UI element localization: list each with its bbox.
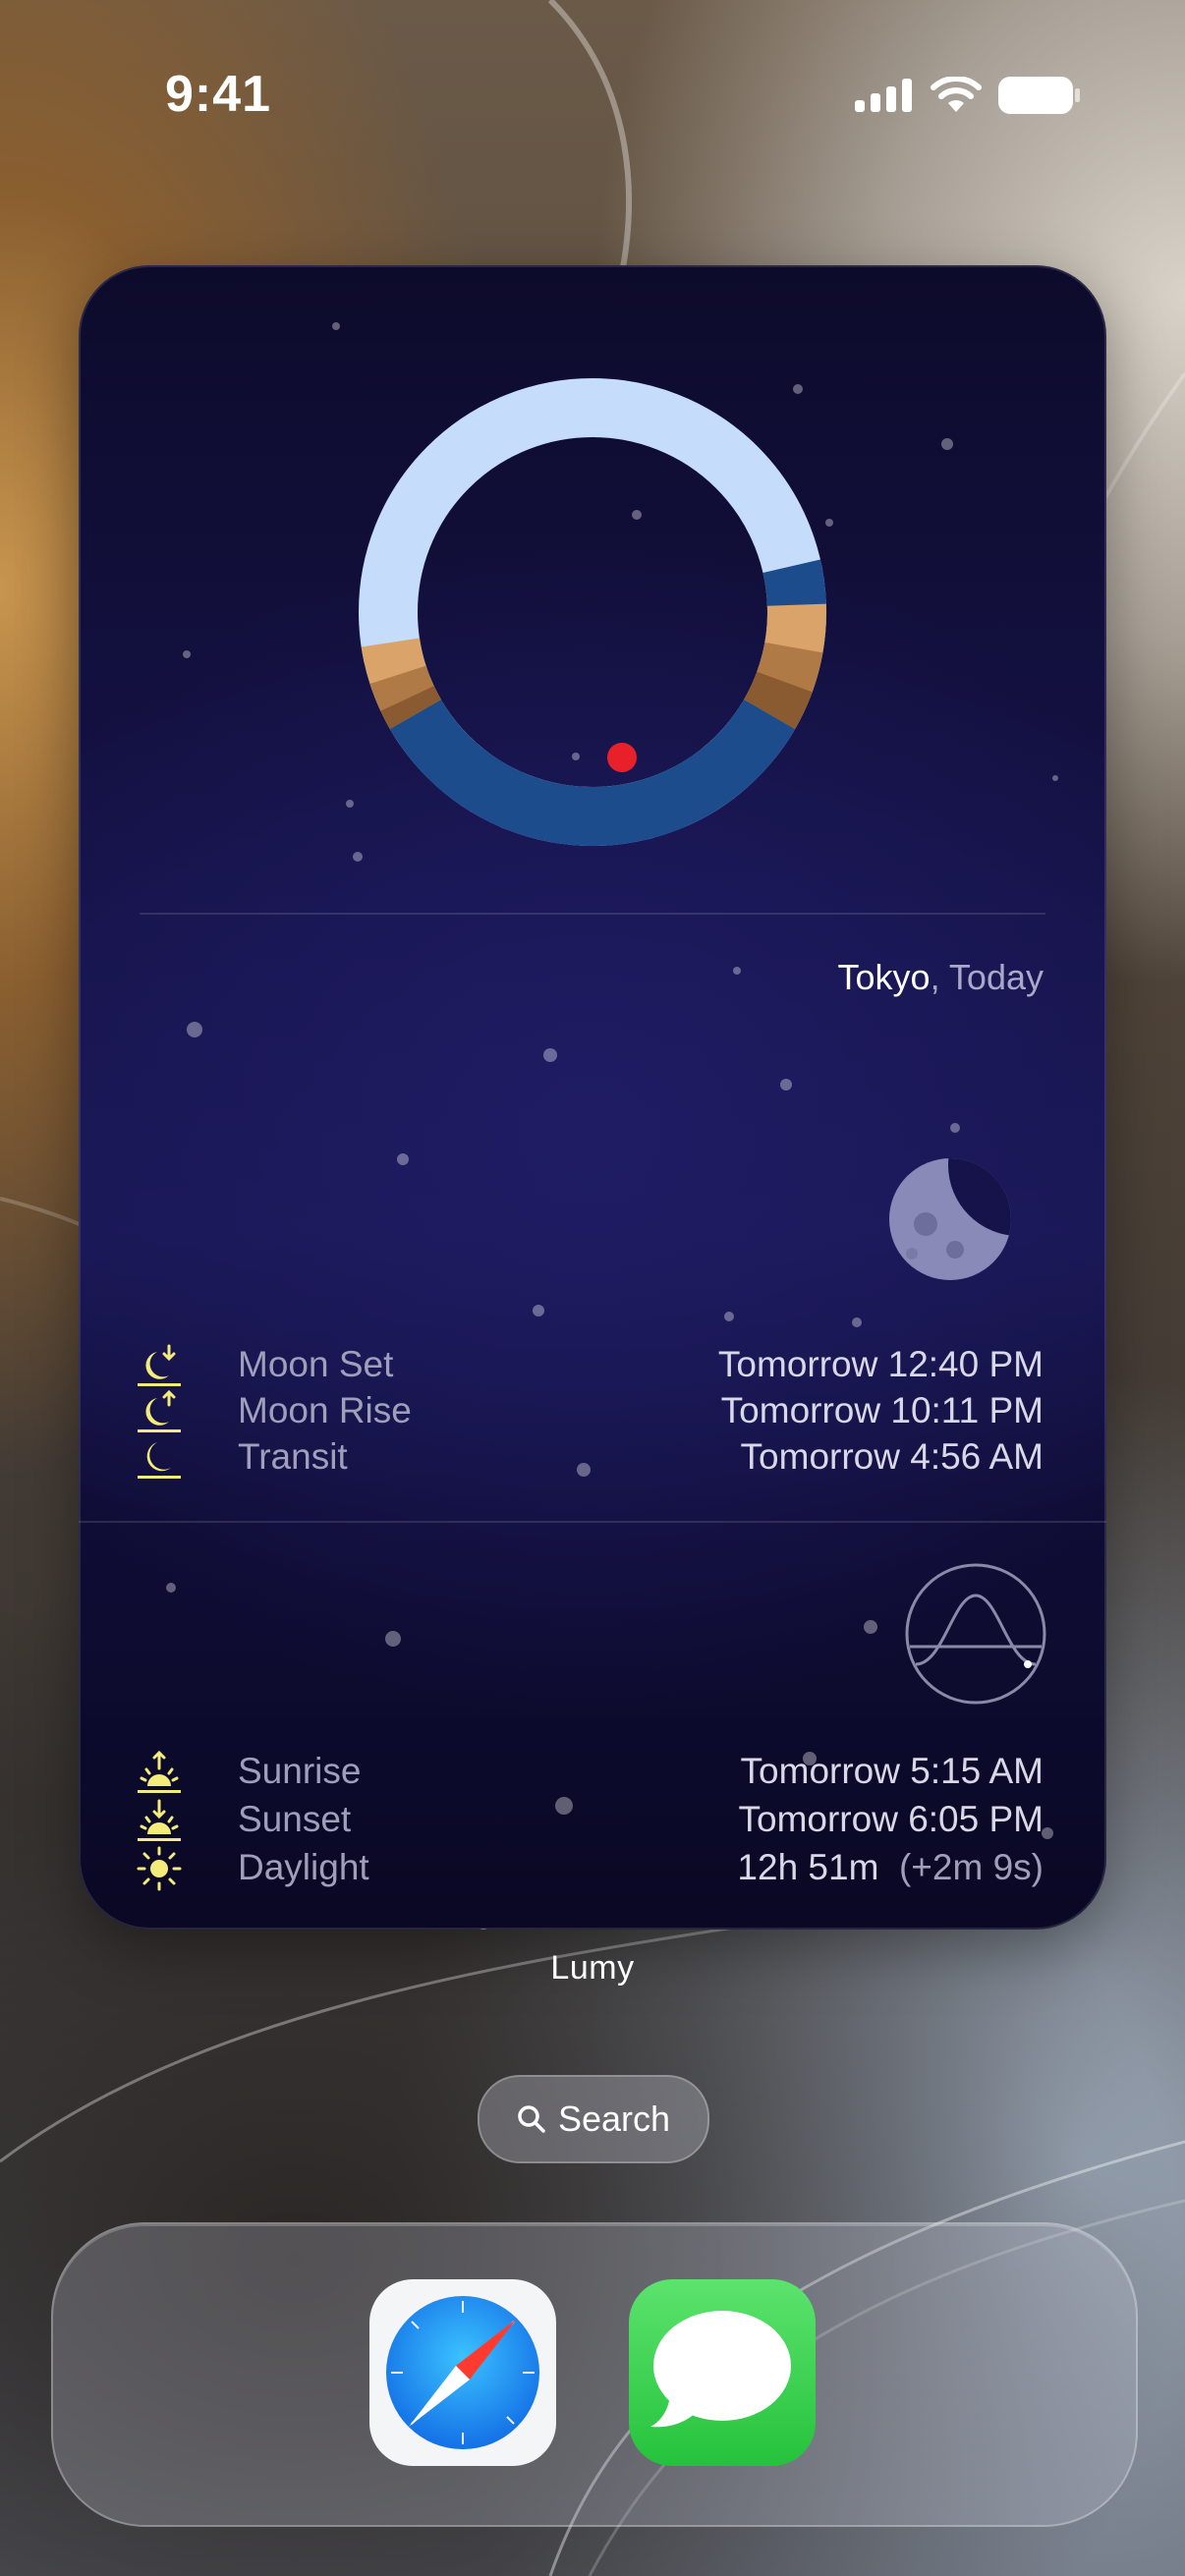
- moon-event-row: Moon Rise Tomorrow 10:11 PM: [79, 1389, 1106, 1435]
- wifi-icon: [931, 77, 982, 112]
- dock: [51, 2222, 1138, 2527]
- event-label: Transit: [238, 1436, 348, 1477]
- sunset-icon: [138, 1799, 181, 1841]
- search-label: Search: [557, 2099, 671, 2139]
- event-value: Tomorrow 10:11 PM: [720, 1390, 1044, 1430]
- search-button[interactable]: Search: [478, 2075, 709, 2163]
- sun-event-row: Sunrise Tomorrow 5:15 AM: [79, 1750, 1106, 1796]
- city-name: Tokyo: [837, 957, 931, 997]
- day-name: Today: [948, 957, 1044, 997]
- search-icon: [518, 2105, 545, 2133]
- moon-event-row: Moon Set Tomorrow 12:40 PM: [79, 1344, 1106, 1389]
- sunrise-icon: [138, 1750, 181, 1793]
- section-divider: [140, 913, 1045, 915]
- location-label: Tokyo, Today: [837, 957, 1044, 997]
- moon-transit-icon: [138, 1442, 181, 1479]
- messages-app[interactable]: [629, 2279, 816, 2466]
- safari-app[interactable]: [369, 2279, 556, 2466]
- event-label: Sunrise: [238, 1751, 362, 1791]
- event-value: Tomorrow 12:40 PM: [717, 1344, 1044, 1384]
- event-label: Moon Set: [238, 1344, 394, 1384]
- status-time: 9:41: [165, 66, 272, 123]
- moonrise-icon: [138, 1389, 181, 1432]
- status-bar: 9:41: [0, 0, 1185, 187]
- moon-phase-icon: [889, 1158, 1011, 1280]
- sun-event-row: Daylight 12h 51m (+2m 9s): [79, 1846, 1106, 1892]
- sun-path-icon: [905, 1563, 1046, 1705]
- event-value: 12h 51m (+2m 9s): [737, 1847, 1044, 1887]
- event-label: Sunset: [238, 1799, 352, 1839]
- event-value: Tomorrow 5:15 AM: [740, 1751, 1044, 1791]
- messages-bubble-icon: [650, 2311, 791, 2428]
- lumy-widget[interactable]: Tokyo, Today Moon Set Tomorrow 12:40 PM …: [79, 265, 1106, 1930]
- daylight-icon: [137, 1846, 182, 1891]
- widget-app-label: Lumy: [550, 1949, 635, 1987]
- event-value: Tomorrow 4:56 AM: [740, 1436, 1044, 1477]
- cellular-signal-icon: [855, 79, 912, 112]
- moonset-icon: [138, 1344, 181, 1386]
- day-night-ring: [359, 378, 827, 846]
- event-label: Moon Rise: [238, 1390, 412, 1430]
- battery-icon: [998, 77, 1080, 114]
- daylight-change: (+2m 9s): [898, 1847, 1044, 1887]
- event-value: Tomorrow 6:05 PM: [738, 1799, 1044, 1839]
- sun-event-row: Sunset Tomorrow 6:05 PM: [79, 1799, 1106, 1844]
- current-position-marker: [607, 743, 637, 772]
- event-label: Daylight: [238, 1847, 369, 1887]
- status-icons: [855, 77, 1081, 114]
- section-divider: [79, 1521, 1106, 1523]
- safari-compass-icon: [386, 2296, 539, 2449]
- moon-event-row: Transit Tomorrow 4:56 AM: [79, 1436, 1106, 1482]
